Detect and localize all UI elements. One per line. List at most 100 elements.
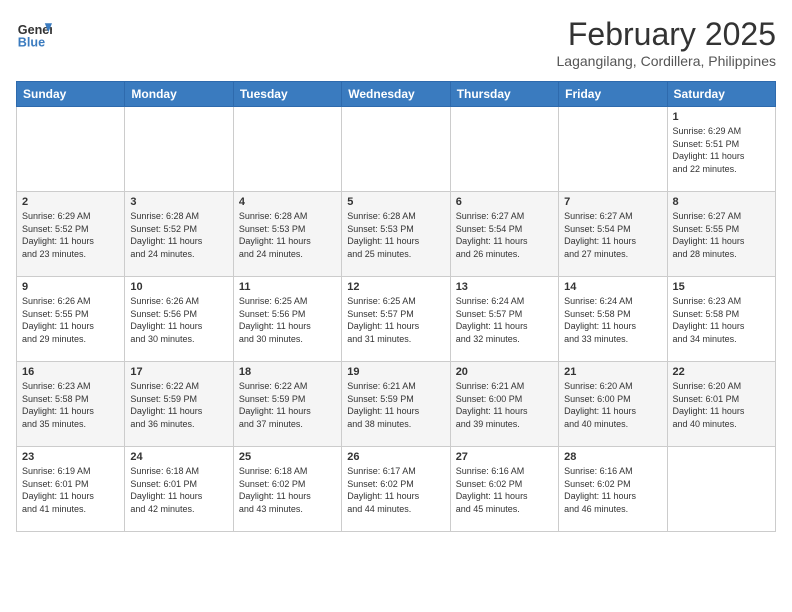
calendar-cell: 2 Sunrise: 6:29 AM Sunset: 5:52 PM Daylig… [17, 192, 125, 277]
day-info: Sunrise: 6:28 AM Sunset: 5:52 PM Dayligh… [130, 210, 227, 260]
day-info: Sunrise: 6:19 AM Sunset: 6:01 PM Dayligh… [22, 465, 119, 515]
calendar-cell: 27 Sunrise: 6:16 AM Sunset: 6:02 PM Dayli… [450, 447, 558, 532]
calendar-cell [342, 107, 450, 192]
calendar-week-4: 16 Sunrise: 6:23 AM Sunset: 5:58 PM Dayli… [17, 362, 776, 447]
calendar-cell [559, 107, 667, 192]
day-number: 7 [564, 196, 661, 208]
calendar-cell: 22 Sunrise: 6:20 AM Sunset: 6:01 PM Dayli… [667, 362, 775, 447]
day-number: 17 [130, 366, 227, 378]
calendar-cell: 21 Sunrise: 6:20 AM Sunset: 6:00 PM Dayli… [559, 362, 667, 447]
calendar-cell [125, 107, 233, 192]
day-number: 5 [347, 196, 444, 208]
day-info: Sunrise: 6:16 AM Sunset: 6:02 PM Dayligh… [456, 465, 553, 515]
day-number: 10 [130, 281, 227, 293]
weekday-header-friday: Friday [559, 82, 667, 107]
day-number: 23 [22, 451, 119, 463]
calendar-cell: 16 Sunrise: 6:23 AM Sunset: 5:58 PM Dayli… [17, 362, 125, 447]
calendar-week-1: 1Sunrise: 6:29 AM Sunset: 5:51 PM Daylig… [17, 107, 776, 192]
calendar-cell: 20 Sunrise: 6:21 AM Sunset: 6:00 PM Dayli… [450, 362, 558, 447]
calendar-cell: 5 Sunrise: 6:28 AM Sunset: 5:53 PM Daylig… [342, 192, 450, 277]
calendar-cell: 9Sunrise: 6:26 AM Sunset: 5:55 PM Daylig… [17, 277, 125, 362]
weekday-header-tuesday: Tuesday [233, 82, 341, 107]
day-info: Sunrise: 6:21 AM Sunset: 6:00 PM Dayligh… [456, 380, 553, 430]
day-info: Sunrise: 6:18 AM Sunset: 6:02 PM Dayligh… [239, 465, 336, 515]
day-info: Sunrise: 6:16 AM Sunset: 6:02 PM Dayligh… [564, 465, 661, 515]
calendar-body: 1Sunrise: 6:29 AM Sunset: 5:51 PM Daylig… [17, 107, 776, 532]
calendar-cell: 18Sunrise: 6:22 AM Sunset: 5:59 PM Dayli… [233, 362, 341, 447]
day-number: 14 [564, 281, 661, 293]
day-number: 13 [456, 281, 553, 293]
day-number: 28 [564, 451, 661, 463]
day-info: Sunrise: 6:24 AM Sunset: 5:58 PM Dayligh… [564, 295, 661, 345]
calendar-cell: 12Sunrise: 6:25 AM Sunset: 5:57 PM Dayli… [342, 277, 450, 362]
day-number: 4 [239, 196, 336, 208]
logo-icon: General Blue [16, 16, 52, 52]
calendar-cell: 4 Sunrise: 6:28 AM Sunset: 5:53 PM Daylig… [233, 192, 341, 277]
location: Lagangilang, Cordillera, Philippines [557, 53, 776, 69]
calendar-cell [667, 447, 775, 532]
calendar-table: SundayMondayTuesdayWednesdayThursdayFrid… [16, 81, 776, 532]
day-info: Sunrise: 6:21 AM Sunset: 5:59 PM Dayligh… [347, 380, 444, 430]
day-number: 8 [673, 196, 770, 208]
day-number: 25 [239, 451, 336, 463]
day-number: 6 [456, 196, 553, 208]
calendar-header-row: SundayMondayTuesdayWednesdayThursdayFrid… [17, 82, 776, 107]
day-number: 16 [22, 366, 119, 378]
day-info: Sunrise: 6:17 AM Sunset: 6:02 PM Dayligh… [347, 465, 444, 515]
day-info: Sunrise: 6:27 AM Sunset: 5:55 PM Dayligh… [673, 210, 770, 260]
title-block: February 2025 Lagangilang, Cordillera, P… [557, 16, 776, 69]
weekday-header-sunday: Sunday [17, 82, 125, 107]
day-number: 15 [673, 281, 770, 293]
page-header: General Blue February 2025 Lagangilang, … [16, 16, 776, 69]
day-number: 21 [564, 366, 661, 378]
day-info: Sunrise: 6:27 AM Sunset: 5:54 PM Dayligh… [456, 210, 553, 260]
calendar-cell: 28 Sunrise: 6:16 AM Sunset: 6:02 PM Dayli… [559, 447, 667, 532]
day-info: Sunrise: 6:23 AM Sunset: 5:58 PM Dayligh… [673, 295, 770, 345]
day-info: Sunrise: 6:18 AM Sunset: 6:01 PM Dayligh… [130, 465, 227, 515]
calendar-cell: 26 Sunrise: 6:17 AM Sunset: 6:02 PM Dayli… [342, 447, 450, 532]
calendar-cell: 24 Sunrise: 6:18 AM Sunset: 6:01 PM Dayli… [125, 447, 233, 532]
calendar-cell: 25 Sunrise: 6:18 AM Sunset: 6:02 PM Dayli… [233, 447, 341, 532]
calendar-cell [233, 107, 341, 192]
calendar-cell: 3 Sunrise: 6:28 AM Sunset: 5:52 PM Daylig… [125, 192, 233, 277]
weekday-header-thursday: Thursday [450, 82, 558, 107]
logo: General Blue [16, 16, 52, 52]
day-number: 22 [673, 366, 770, 378]
day-info: Sunrise: 6:29 AM Sunset: 5:51 PM Dayligh… [673, 125, 770, 175]
calendar-cell: 11 Sunrise: 6:25 AM Sunset: 5:56 PM Dayli… [233, 277, 341, 362]
weekday-header-monday: Monday [125, 82, 233, 107]
day-info: Sunrise: 6:27 AM Sunset: 5:54 PM Dayligh… [564, 210, 661, 260]
day-number: 20 [456, 366, 553, 378]
day-number: 24 [130, 451, 227, 463]
day-info: Sunrise: 6:20 AM Sunset: 6:01 PM Dayligh… [673, 380, 770, 430]
day-number: 27 [456, 451, 553, 463]
day-number: 26 [347, 451, 444, 463]
calendar-cell [450, 107, 558, 192]
day-number: 9 [22, 281, 119, 293]
day-info: Sunrise: 6:28 AM Sunset: 5:53 PM Dayligh… [347, 210, 444, 260]
day-info: Sunrise: 6:25 AM Sunset: 5:56 PM Dayligh… [239, 295, 336, 345]
calendar-cell: 10 Sunrise: 6:26 AM Sunset: 5:56 PM Dayli… [125, 277, 233, 362]
calendar-cell: 19 Sunrise: 6:21 AM Sunset: 5:59 PM Dayli… [342, 362, 450, 447]
day-number: 3 [130, 196, 227, 208]
day-number: 19 [347, 366, 444, 378]
calendar-cell: 23 Sunrise: 6:19 AM Sunset: 6:01 PM Dayli… [17, 447, 125, 532]
calendar-week-5: 23 Sunrise: 6:19 AM Sunset: 6:01 PM Dayli… [17, 447, 776, 532]
day-number: 2 [22, 196, 119, 208]
weekday-header-saturday: Saturday [667, 82, 775, 107]
day-info: Sunrise: 6:29 AM Sunset: 5:52 PM Dayligh… [22, 210, 119, 260]
day-info: Sunrise: 6:20 AM Sunset: 6:00 PM Dayligh… [564, 380, 661, 430]
day-info: Sunrise: 6:28 AM Sunset: 5:53 PM Dayligh… [239, 210, 336, 260]
calendar-cell: 17Sunrise: 6:22 AM Sunset: 5:59 PM Dayli… [125, 362, 233, 447]
month-title: February 2025 [557, 16, 776, 53]
day-info: Sunrise: 6:23 AM Sunset: 5:58 PM Dayligh… [22, 380, 119, 430]
calendar-cell: 14 Sunrise: 6:24 AM Sunset: 5:58 PM Dayli… [559, 277, 667, 362]
calendar-cell [17, 107, 125, 192]
weekday-header-wednesday: Wednesday [342, 82, 450, 107]
day-info: Sunrise: 6:25 AM Sunset: 5:57 PM Dayligh… [347, 295, 444, 345]
day-number: 11 [239, 281, 336, 293]
day-info: Sunrise: 6:26 AM Sunset: 5:56 PM Dayligh… [130, 295, 227, 345]
day-info: Sunrise: 6:24 AM Sunset: 5:57 PM Dayligh… [456, 295, 553, 345]
calendar-week-2: 2 Sunrise: 6:29 AM Sunset: 5:52 PM Daylig… [17, 192, 776, 277]
svg-text:Blue: Blue [18, 36, 45, 50]
